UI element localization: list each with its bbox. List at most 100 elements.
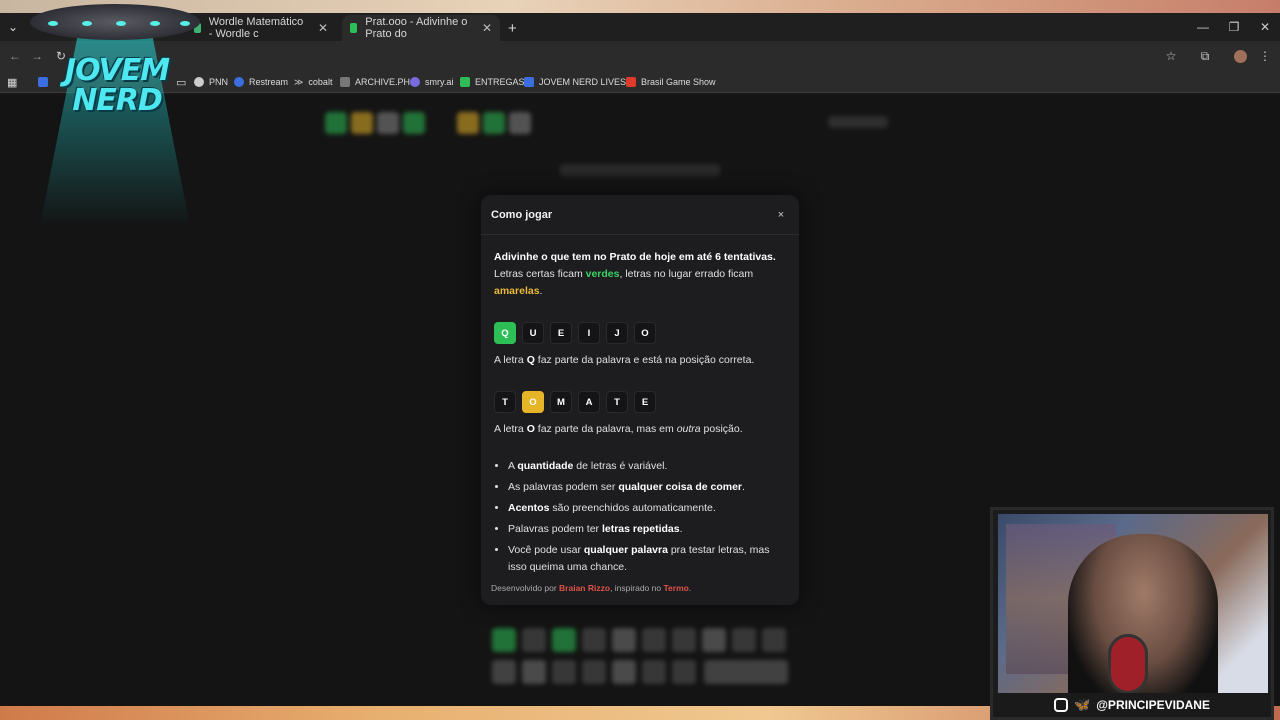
- letter-tile-correct: Q: [494, 322, 516, 344]
- restream-icon: [234, 77, 244, 87]
- bookmark-label: Restream: [249, 77, 289, 87]
- modal-footer: Desenvolvido por Braian Rizzo, inspirado…: [491, 583, 691, 593]
- webcam-video: [998, 514, 1268, 697]
- letter-tile: E: [634, 391, 656, 413]
- archive-icon: [340, 77, 350, 87]
- rule-text: .: [742, 481, 745, 493]
- rule-text: Palavras podem ter: [508, 523, 602, 535]
- rule-bold: Acentos: [508, 502, 550, 514]
- letter-tile: E: [550, 322, 572, 344]
- minimize-icon[interactable]: —: [1188, 13, 1218, 41]
- example1-explanation: A letra Q faz parte da palavra e está na…: [494, 352, 786, 369]
- rule-text: de letras é variável.: [573, 460, 668, 472]
- rule-item: Palavras podem ter letras repetidas.: [508, 521, 786, 538]
- keyboard-key: [492, 628, 516, 652]
- forward-icon[interactable]: →: [28, 47, 46, 65]
- microphone-icon: [1108, 634, 1148, 694]
- explanation-letter: O: [526, 423, 535, 435]
- instagram-icon: [1054, 698, 1069, 712]
- letter-tile: I: [578, 322, 600, 344]
- bookmark-smry[interactable]: smry.ai: [410, 74, 453, 90]
- bookmark-entregas[interactable]: ENTREGAS: [460, 74, 525, 90]
- modal-body: Adivinhe o que tem no Prato de hoje em a…: [481, 235, 799, 576]
- letter-tile: J: [606, 322, 628, 344]
- bookmark-label: cobalt: [308, 77, 333, 87]
- tab-title: Wordle Matemático - Wordle c: [208, 16, 304, 40]
- rule-text: .: [679, 523, 683, 535]
- new-tab-button[interactable]: +: [500, 15, 524, 41]
- intro-paragraph: Adivinhe o que tem no Prato de hoje em a…: [494, 249, 786, 300]
- apps-grid-icon[interactable]: ▦: [7, 74, 17, 90]
- restore-icon[interactable]: ❐: [1219, 13, 1249, 41]
- footer-text: , inspirado no: [610, 583, 664, 593]
- header-tile: [483, 112, 505, 134]
- docs-icon: [524, 77, 534, 87]
- explanation-text: faz parte da palavra e está na posição c…: [534, 354, 755, 366]
- bookmark-label: JOVEM NERD LIVES...: [539, 77, 634, 87]
- header-tile: [351, 112, 373, 134]
- intro-text: Letras certas ficam: [494, 268, 586, 280]
- author-link[interactable]: Braian Rizzo: [559, 583, 610, 593]
- ufo-light: [48, 21, 58, 26]
- letter-tile: T: [494, 391, 516, 413]
- modal-title: Como jogar: [491, 208, 553, 221]
- termo-link[interactable]: Termo: [663, 583, 688, 593]
- keyboard-key: [582, 660, 606, 684]
- explanation-text: posição.: [700, 423, 743, 435]
- intro-text: .: [539, 285, 543, 297]
- profile-avatar[interactable]: [1231, 47, 1249, 65]
- close-window-icon[interactable]: ✕: [1250, 13, 1280, 41]
- green-word: verdes: [585, 268, 620, 280]
- bookmark-jovem-nerd-lives[interactable]: JOVEM NERD LIVES...: [524, 74, 634, 90]
- enter-key: [704, 660, 788, 684]
- how-to-play-modal: Como jogar × Adivinhe o que tem no Prato…: [481, 195, 799, 605]
- footer-text: .: [688, 583, 692, 593]
- extensions-icon[interactable]: ⧉: [1196, 47, 1214, 65]
- social-handle-bar: 🦋 @PRINCIPEVIDANE: [993, 693, 1271, 717]
- bookmark-label: ENTREGAS: [475, 77, 525, 87]
- close-button[interactable]: ×: [773, 209, 789, 221]
- countdown-line: [560, 164, 720, 176]
- ufo-light: [180, 21, 190, 26]
- keyboard-key: [702, 628, 726, 652]
- bookmarks-bar: ▦ ▭ PNN Restream ≫ cobalt ARCHIVE.PH smry…: [0, 71, 1280, 93]
- tab-prato[interactable]: Prat.ooo - Adivinhe o Prato do ✕: [342, 15, 500, 41]
- bookmark-archive[interactable]: ARCHIVE.PH: [340, 74, 410, 90]
- keyboard-key: [642, 628, 666, 652]
- bookmark-star-icon[interactable]: ☆: [1162, 47, 1180, 65]
- example-word-queijo: Q U E I J O: [494, 322, 786, 344]
- bookmark-label: smry.ai: [425, 77, 454, 87]
- intro-text: , letras no lugar errado ficam: [619, 268, 754, 280]
- keyboard-key: [522, 660, 546, 684]
- stream-background-top: [0, 0, 1280, 13]
- tab-wordle-matematico[interactable]: Wordle Matemático - Wordle c ✕: [186, 15, 336, 41]
- social-handle: @PRINCIPEVIDANE: [1096, 698, 1210, 712]
- rule-text: A: [508, 460, 518, 472]
- back-icon[interactable]: ←: [6, 47, 24, 65]
- address-bar[interactable]: [76, 45, 1156, 67]
- bookmark-brasil-game-show[interactable]: Brasil Game Show: [626, 74, 716, 90]
- bookmark-label: ARCHIVE.PH: [355, 77, 411, 87]
- header-tile: [325, 112, 347, 134]
- calendar-icon[interactable]: [38, 74, 53, 90]
- letter-tile: O: [634, 322, 656, 344]
- rule-bold: quantidade: [517, 460, 574, 472]
- keyboard-key: [672, 660, 696, 684]
- sheets-icon: [460, 77, 470, 87]
- bookmark-label: PNN: [209, 77, 229, 87]
- intro-headline: Adivinhe o que tem no Prato de hoje em a…: [494, 251, 776, 263]
- keyboard-key: [552, 628, 576, 652]
- tab-favicon-icon: [350, 23, 358, 33]
- tab-close-icon[interactable]: ✕: [482, 21, 492, 35]
- bookmark-pnn[interactable]: PNN: [194, 74, 228, 90]
- bookmark-cobalt[interactable]: ≫ cobalt: [294, 74, 332, 90]
- rule-bold: letras repetidas: [601, 523, 680, 535]
- menu-kebab-icon[interactable]: ⋮: [1256, 47, 1274, 65]
- tab-close-icon[interactable]: ✕: [318, 21, 328, 35]
- bookmark-restream[interactable]: Restream: [234, 74, 288, 90]
- yellow-word: amarelas: [494, 285, 540, 297]
- rule-item: As palavras podem ser qualquer coisa de …: [508, 479, 786, 496]
- tab-search-chevron-icon[interactable]: ⌄: [4, 18, 22, 36]
- bookmark-folder-icon[interactable]: ▭: [176, 74, 186, 90]
- youtube-icon: [626, 77, 636, 87]
